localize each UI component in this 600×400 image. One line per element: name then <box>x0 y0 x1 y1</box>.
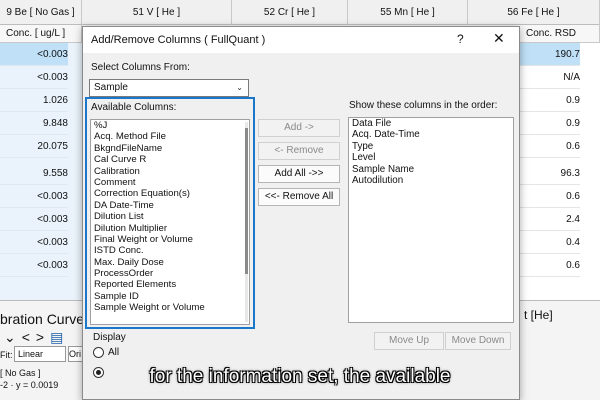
subheader-conc-rsd[interactable]: Conc. RSD <box>520 25 600 43</box>
display-label: Display <box>93 332 126 343</box>
display-all-radio[interactable] <box>93 347 104 358</box>
table-cell[interactable]: <0.003 <box>0 231 68 254</box>
table-cell[interactable]: 190.7 <box>520 43 580 66</box>
column-header-be[interactable]: 9 Be [ No Gas ] <box>0 0 82 25</box>
conc-column: <0.003 <0.003 1.026 9.848 20.075 9.558 <… <box>0 43 82 300</box>
list-item[interactable]: Correction Equation(s) <box>91 188 249 199</box>
he-label: t [He] <box>524 308 553 322</box>
list-item[interactable]: Calibration <box>91 166 249 177</box>
table-cell[interactable]: 9.848 <box>0 112 68 135</box>
table-cell[interactable]: 0.9 <box>520 89 580 112</box>
fit-label: Fit: <box>0 350 13 360</box>
scrollbar-thumb[interactable] <box>245 128 248 274</box>
move-up-button[interactable]: Move Up <box>374 332 444 350</box>
table-cell[interactable]: 9.558 <box>0 162 68 185</box>
column-header-cr[interactable]: 52 Cr [ He ] <box>232 0 348 25</box>
table-cell[interactable]: 1.026 <box>0 89 68 112</box>
dialog-title-bar: Add/Remove Columns ( FullQuant ) ? ✕ <box>83 27 519 53</box>
column-header-mn[interactable]: 55 Mn [ He ] <box>348 0 468 25</box>
list-item[interactable]: Acq. Method File <box>91 131 249 142</box>
chevron-right-icon[interactable]: > <box>36 329 50 345</box>
list-item[interactable]: ProcessOrder <box>91 268 249 279</box>
list-item[interactable]: Data File <box>349 118 513 129</box>
table-cell[interactable]: <0.003 <box>0 254 68 277</box>
video-caption: for the information set, the available <box>149 366 451 387</box>
add-all-button[interactable]: Add All ->> <box>258 165 340 183</box>
scrollbar[interactable] <box>245 122 248 322</box>
list-item[interactable]: Max. Daily Dose <box>91 257 249 268</box>
available-columns-group: Available Columns: %J Acq. Method File B… <box>85 97 255 329</box>
list-item[interactable]: Cal Curve R <box>91 154 249 165</box>
dialog-title: Add/Remove Columns ( FullQuant ) <box>91 34 266 46</box>
remove-all-button[interactable]: <<- Remove All <box>258 188 340 206</box>
list-item[interactable]: Dilution List <box>91 211 249 222</box>
chevron-down-icon: ⌄ <box>236 83 243 92</box>
conc-rsd-column: 190.7 N/A 0.9 0.9 0.6 96.3 0.6 2.4 0.4 0… <box>520 43 600 300</box>
table-cell[interactable]: 20.075 <box>0 135 68 158</box>
table-cell[interactable]: N/A <box>520 66 580 89</box>
list-item[interactable]: Dilution Multiplier <box>91 223 249 234</box>
list-item[interactable]: Comment <box>91 177 249 188</box>
help-icon[interactable]: ? <box>457 32 464 46</box>
list-item[interactable]: Sample Weight or Volume <box>91 302 249 313</box>
add-remove-columns-dialog: Add/Remove Columns ( FullQuant ) ? ✕ Sel… <box>82 26 520 400</box>
remove-button[interactable]: <- Remove <box>258 142 340 160</box>
available-columns-label: Available Columns: <box>91 102 177 113</box>
chevron-left-icon[interactable]: < <box>22 329 36 345</box>
column-header-row: 9 Be [ No Gas ] 51 V [ He ] 52 Cr [ He ]… <box>0 0 600 25</box>
list-item[interactable]: Autodilution <box>349 175 513 186</box>
available-columns-list[interactable]: %J Acq. Method File BkgndFileName Cal Cu… <box>90 119 250 325</box>
list-item[interactable]: Final Weight or Volume <box>91 234 249 245</box>
list-item[interactable]: %J <box>91 120 249 131</box>
add-button[interactable]: Add -> <box>258 119 340 137</box>
select-from-combobox[interactable]: Sample ⌄ <box>89 79 249 97</box>
column-header-v[interactable]: 51 V [ He ] <box>82 0 232 25</box>
list-item[interactable]: Reported Elements <box>91 279 249 290</box>
chart-icon[interactable]: ▤ <box>50 329 69 345</box>
list-item[interactable]: BkgndFileName <box>91 143 249 154</box>
list-item[interactable]: Type <box>349 141 513 152</box>
select-from-value: Sample <box>94 82 128 93</box>
table-cell[interactable]: 0.6 <box>520 135 580 158</box>
list-item[interactable]: Level <box>349 152 513 163</box>
close-icon[interactable]: ✕ <box>493 30 505 47</box>
table-cell[interactable]: 96.3 <box>520 162 580 185</box>
column-header-fe[interactable]: 56 Fe [ He ] <box>468 0 600 25</box>
calibration-curve-title: bration Curve <box>0 311 85 327</box>
subheader-conc[interactable]: Conc. [ ug/L ] <box>0 25 82 43</box>
list-item[interactable]: DA Date-Time <box>91 200 249 211</box>
display-all-label: All <box>108 347 120 358</box>
list-item[interactable]: ISTD Conc. <box>91 245 249 256</box>
shown-columns-list[interactable]: Data File Acq. Date-Time Type Level Samp… <box>348 117 514 323</box>
move-down-button[interactable]: Move Down <box>445 332 511 350</box>
table-cell[interactable]: <0.003 <box>0 185 68 208</box>
list-item[interactable]: Sample Name <box>349 164 513 175</box>
calibration-toolbar: ⌄<>▤ <box>4 329 69 346</box>
fit-select[interactable]: Linear <box>14 346 66 362</box>
list-item[interactable]: Acq. Date-Time <box>349 129 513 140</box>
table-cell[interactable]: 0.9 <box>520 112 580 135</box>
show-columns-label: Show these columns in the order: <box>349 100 498 111</box>
table-cell[interactable]: 2.4 <box>520 208 580 231</box>
list-item[interactable]: Sample ID <box>91 291 249 302</box>
chevron-down-icon[interactable]: ⌄ <box>4 329 22 345</box>
table-cell[interactable]: <0.003 <box>0 43 68 66</box>
select-from-label: Select Columns From: <box>91 62 190 73</box>
table-cell[interactable]: 0.6 <box>520 185 580 208</box>
table-cell[interactable]: 0.4 <box>520 231 580 254</box>
table-cell[interactable]: <0.003 <box>0 208 68 231</box>
table-cell[interactable]: <0.003 <box>0 66 68 89</box>
table-cell[interactable]: 0.6 <box>520 254 580 277</box>
